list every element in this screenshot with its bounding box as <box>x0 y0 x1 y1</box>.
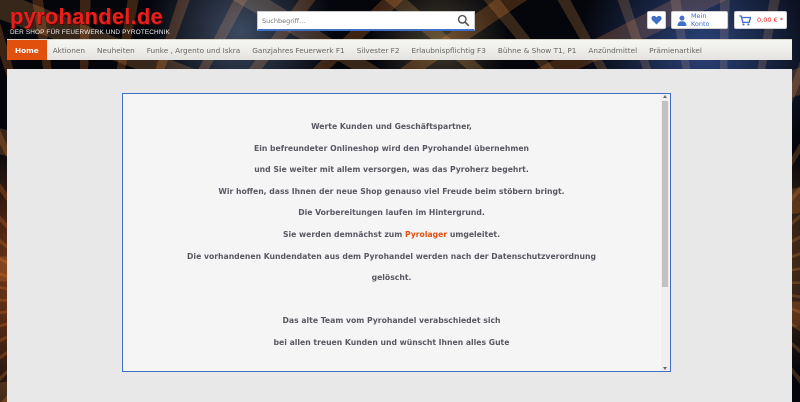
nav-item-aktionen[interactable]: Aktionen <box>47 40 91 60</box>
message-line: und Sie weiter mit allem versorgen, was … <box>254 165 529 175</box>
message-line: Wir hoffen, dass Ihnen der neue Shop gen… <box>218 186 565 196</box>
nav-item-home[interactable]: Home <box>7 40 47 60</box>
nav-item-neuheiten[interactable]: Neuheiten <box>91 40 141 60</box>
redirect-prefix: Sie werden demnächst zum <box>282 229 405 239</box>
message-line: Ein befreundeter Onlineshop wird den Pyr… <box>253 143 530 153</box>
message-line: gelöscht. <box>371 273 412 283</box>
nav-item-ganzjahres[interactable]: Ganzjahres Feuerwerk F1 <box>246 40 350 60</box>
wishlist-button[interactable] <box>647 11 666 29</box>
search-box <box>257 11 475 31</box>
message-line: Werte Kunden und Geschäftspartner, <box>311 122 472 131</box>
scroll-up-arrow[interactable] <box>663 95 667 98</box>
nav-item-praemienartikel[interactable]: Prämienartikel <box>643 40 708 60</box>
site-logo[interactable]: pyrohandel.de DER SHOP FÜR FEUERWERK UND… <box>10 6 180 38</box>
announcement-text: Werte Kunden und Geschäftspartner, Ein b… <box>123 122 660 360</box>
search-input[interactable] <box>262 15 452 27</box>
cart-button[interactable]: 0,00 € * <box>734 11 787 29</box>
scrollbar-thumb[interactable] <box>662 101 668 287</box>
site-header: pyrohandel.de DER SHOP FÜR FEUERWERK UND… <box>0 0 800 39</box>
redirect-suffix: umgeleitet. <box>447 229 501 239</box>
search-icon[interactable] <box>457 14 470 27</box>
logo-tagline: DER SHOP FÜR FEUERWERK UND PYROTECHNIK <box>10 29 170 36</box>
heart-icon <box>651 15 662 25</box>
announcement-frame[interactable]: Werte Kunden und Geschäftspartner, Ein b… <box>122 93 671 372</box>
user-icon <box>677 15 687 26</box>
cart-total: 0,00 € * <box>757 16 783 24</box>
main-navigation: Home Aktionen Neuheiten Funke , Argento … <box>7 39 792 60</box>
scroll-down-arrow[interactable] <box>663 367 667 370</box>
main-content: Werte Kunden und Geschäftspartner, Ein b… <box>7 69 792 402</box>
scrollbar[interactable] <box>661 94 670 371</box>
nav-item-anzuendmittel[interactable]: Anzündmittel <box>582 40 643 60</box>
message-line: bei allen treuen Kunden und wünscht Ihne… <box>273 337 510 347</box>
message-line: Das alte Team vom Pyrohandel verabschied… <box>282 316 501 326</box>
redirect-line: Sie werden demnächst zum Pyrolager umgel… <box>123 230 660 252</box>
account-label: Mein Konto <box>690 12 710 28</box>
nav-item-buehne-show[interactable]: Bühne & Show T1, P1 <box>492 40 583 60</box>
nav-item-erlaubnispflichtig[interactable]: Erlaubnispflichtig F3 <box>406 40 492 60</box>
nav-item-funke[interactable]: Funke , Argento und Iskra <box>141 40 247 60</box>
pyrolager-link[interactable]: Pyrolager <box>405 230 447 239</box>
message-line: Die vorhandenen Kundendaten aus dem Pyro… <box>187 251 596 261</box>
message-line <box>123 295 660 317</box>
cart-icon <box>739 14 751 26</box>
nav-item-silvester[interactable]: Silvester F2 <box>351 40 406 60</box>
account-button[interactable]: Mein Konto <box>671 11 728 29</box>
message-line: Die Vorbereitungen laufen im Hintergrund… <box>298 208 485 218</box>
logo-text: pyrohandel.de <box>10 4 163 29</box>
